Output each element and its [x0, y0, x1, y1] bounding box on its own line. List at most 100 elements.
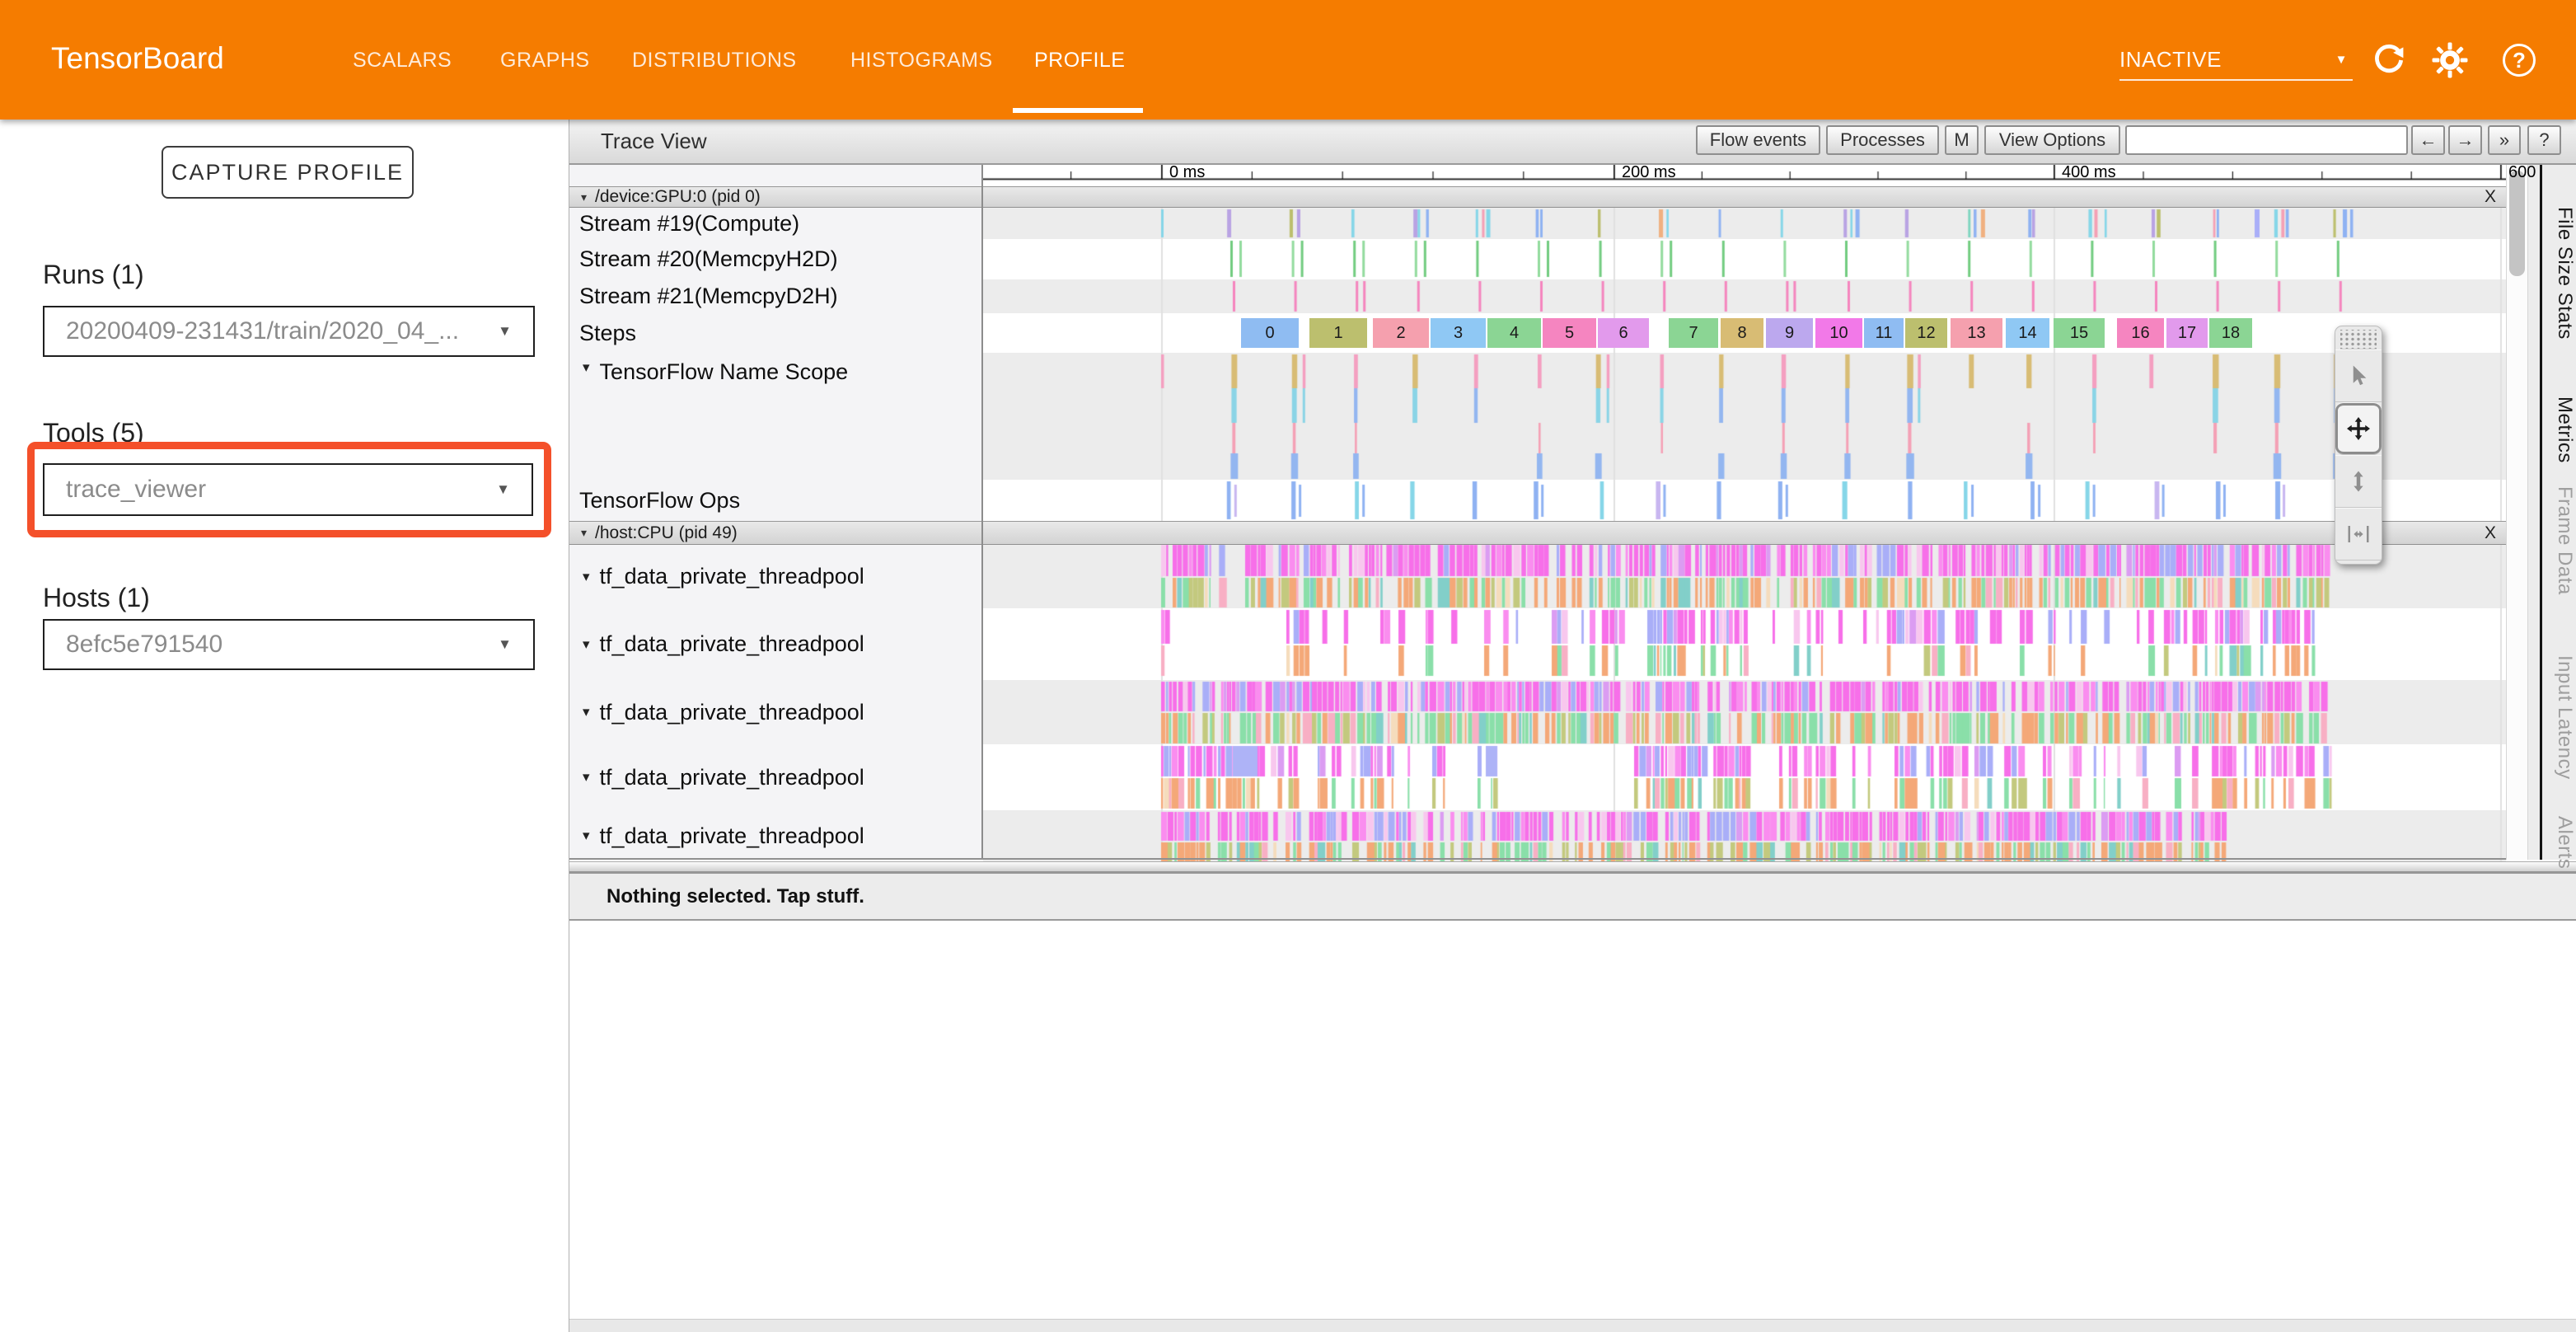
section-header-cpu[interactable]: ▾/host:CPU (pid 49)X [569, 521, 2506, 545]
row-threadpool-1-label[interactable]: ▾tf_data_private_threadpool [569, 545, 981, 608]
trace-tool-palette [2335, 326, 2382, 565]
step-box-10[interactable]: 10 [1815, 318, 1862, 348]
side-tab-file-size-stats[interactable]: File Size Stats [2546, 207, 2576, 340]
bottom-edge-strip [569, 1319, 2576, 1332]
tab-graphs[interactable]: GRAPHS [500, 49, 590, 73]
flow-events-button[interactable]: Flow events [1696, 125, 1820, 155]
side-tab-metrics[interactable]: Metrics [2546, 396, 2576, 463]
row-threadpool-4-label[interactable]: ▾tf_data_private_threadpool [569, 744, 981, 810]
select-tool-button[interactable] [2335, 349, 2382, 402]
gear-icon [2431, 41, 2469, 79]
trace-viewer-pane: Stream #19(Compute)Stream #20(MemcpyH2D)… [569, 120, 2576, 1332]
trace-canvas[interactable] [983, 165, 2506, 861]
row-tf-name-scope-label[interactable]: ▾TensorFlow Name Scope [569, 353, 981, 480]
processes-button[interactable]: Processes [1826, 125, 1939, 155]
collapse-arrow-icon: ▾ [583, 769, 590, 786]
row-threadpool-2-label[interactable]: ▾tf_data_private_threadpool [569, 608, 981, 680]
step-box-9[interactable]: 9 [1766, 318, 1813, 348]
row-stream-20-label: Stream #20(MemcpyH2D) [569, 239, 981, 279]
side-tab-alerts[interactable]: Alerts [2546, 816, 2576, 869]
step-box-15[interactable]: 15 [2054, 318, 2105, 348]
prev-button[interactable]: ← [2411, 125, 2445, 155]
row-label-text: tf_data_private_threadpool [600, 700, 864, 725]
runs-value: 20200409-231431/train/2020_04_... [66, 317, 459, 345]
close-section-button[interactable]: X [2485, 187, 2496, 207]
trace-help-button[interactable]: ? [2527, 125, 2561, 155]
row-label-text: Steps [579, 321, 636, 346]
collapse-arrow-icon: ▾ [581, 526, 587, 540]
row-tf-ops-label: TensorFlow Ops [569, 480, 981, 521]
collapse-arrow-icon: ▾ [583, 569, 590, 585]
step-box-16[interactable]: 16 [2117, 318, 2164, 348]
step-box-17[interactable]: 17 [2166, 318, 2208, 348]
status-dropdown[interactable]: INACTIVE ▼ [2119, 40, 2353, 81]
row-stream-21-label: Stream #21(MemcpyD2H) [569, 279, 981, 313]
step-box-13[interactable]: 13 [1951, 318, 2002, 348]
tab-profile[interactable]: PROFILE [1034, 49, 1125, 73]
zoom-tool-button[interactable] [2335, 455, 2382, 508]
view-options-button[interactable]: View Options [1984, 125, 2120, 155]
close-section-button[interactable]: X [2485, 523, 2496, 543]
step-box-5[interactable]: 5 [1543, 318, 1596, 348]
row-steps-label: Steps [569, 313, 981, 353]
vertical-scrollbar-thumb[interactable] [2509, 171, 2525, 276]
tools-dropdown[interactable]: trace_viewer ▼ [43, 463, 533, 516]
step-box-3[interactable]: 3 [1431, 318, 1486, 348]
runs-label: Runs (1) [43, 260, 144, 290]
tools-value: trace_viewer [66, 476, 206, 504]
capture-profile-button[interactable]: CAPTURE PROFILE [162, 146, 414, 199]
row-label-text: tf_data_private_threadpool [600, 823, 864, 849]
step-box-4[interactable]: 4 [1487, 318, 1541, 348]
step-box-11[interactable]: 11 [1864, 318, 1904, 348]
step-box-7[interactable]: 7 [1669, 318, 1718, 348]
pointer-icon [2346, 363, 2371, 388]
ruler-label: 600 [2508, 163, 2536, 182]
chevron-down-icon: ▼ [2335, 53, 2348, 67]
horizontal-splitter[interactable] [569, 861, 2576, 874]
chevron-down-icon: ▼ [498, 636, 512, 653]
ruler-label: 200 ms [1622, 163, 1676, 182]
row-stream-19-label: Stream #19(Compute) [569, 208, 981, 239]
trace-view-title: Trace View [601, 120, 707, 163]
side-tab-frame-data[interactable]: Frame Data [2546, 486, 2576, 595]
selection-info-bar: Nothing selected. Tap stuff. [569, 874, 2576, 921]
step-box-0[interactable]: 0 [1241, 318, 1299, 348]
tab-histograms[interactable]: HISTOGRAMS [850, 49, 993, 73]
row-threadpool-5-label[interactable]: ▾tf_data_private_threadpool [569, 810, 981, 861]
step-box-18[interactable]: 18 [2209, 318, 2252, 348]
section-title: /device:GPU:0 (pid 0) [595, 187, 761, 207]
refresh-icon [2371, 42, 2407, 78]
help-button[interactable]: ? [2500, 41, 2538, 79]
label-column-divider [981, 161, 983, 860]
row-threadpool-3-label[interactable]: ▾tf_data_private_threadpool [569, 680, 981, 744]
tab-distributions[interactable]: DISTRIBUTIONS [632, 49, 797, 73]
m-button[interactable]: M [1945, 125, 1979, 155]
settings-button[interactable] [2431, 41, 2469, 79]
step-box-14[interactable]: 14 [2006, 318, 2049, 348]
trace-search-input[interactable] [2125, 125, 2408, 155]
hosts-dropdown[interactable]: 8efc5e791540 ▼ [43, 619, 535, 670]
collapse-arrow-icon: ▾ [581, 190, 587, 204]
side-tab-input-latency[interactable]: Input Latency [2546, 655, 2576, 780]
more-button[interactable]: » [2488, 125, 2521, 155]
tab-scalars[interactable]: SCALARS [353, 49, 452, 73]
refresh-button[interactable] [2370, 41, 2408, 79]
step-box-6[interactable]: 6 [1598, 318, 1649, 348]
step-box-12[interactable]: 12 [1905, 318, 1947, 348]
pan-tool-button[interactable] [2335, 402, 2382, 455]
section-header-gpu[interactable]: ▾ /device:GPU:0 (pid 0) X [569, 186, 2506, 208]
timing-tool-button[interactable] [2335, 508, 2382, 560]
step-box-8[interactable]: 8 [1721, 318, 1763, 348]
step-box-1[interactable]: 1 [1309, 318, 1367, 348]
status-label: INACTIVE [2119, 47, 2222, 73]
palette-drag-handle[interactable] [2340, 330, 2377, 349]
sidebar: CAPTURE PROFILE Runs (1) 20200409-231431… [0, 120, 569, 1332]
row-label-text: Stream #19(Compute) [579, 211, 799, 237]
row-label-text: TensorFlow Ops [579, 488, 740, 514]
ruler-label: 400 ms [2062, 163, 2116, 182]
runs-dropdown[interactable]: 20200409-231431/train/2020_04_... ▼ [43, 306, 535, 357]
selection-detail-pane [569, 921, 2576, 1319]
next-button[interactable]: → [2448, 125, 2482, 155]
step-box-2[interactable]: 2 [1373, 318, 1429, 348]
pan-icon [2345, 415, 2372, 442]
